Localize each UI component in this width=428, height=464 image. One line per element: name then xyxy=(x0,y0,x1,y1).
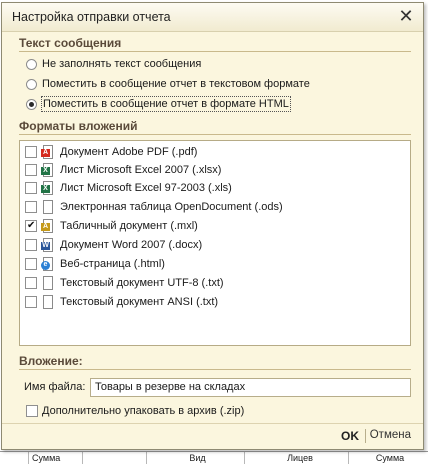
radio-no-text[interactable]: Не заполнять текст сообщения xyxy=(26,56,202,72)
formats-list[interactable]: A Документ Adobe PDF (.pdf) X Лист Micro… xyxy=(19,140,411,346)
format-checkbox[interactable] xyxy=(25,277,37,289)
format-checkbox[interactable] xyxy=(25,296,37,308)
format-item-mxl[interactable]: A Табличный документ (.mxl) xyxy=(25,217,198,235)
radio-label: Поместить в сообщение отчет в текстовом … xyxy=(42,78,310,90)
format-checkbox[interactable] xyxy=(25,182,37,194)
bg-col-1 xyxy=(82,452,136,464)
close-icon[interactable]: ✕ xyxy=(397,7,415,25)
attachment-section-divider xyxy=(19,369,411,370)
message-section-heading: Текст сообщения xyxy=(19,36,122,50)
radio-label: Поместить в сообщение отчет в формате HT… xyxy=(41,96,291,112)
document-icon xyxy=(41,199,55,215)
bg-col-4: Лицев xyxy=(244,452,352,464)
format-label: Документ Word 2007 (.docx) xyxy=(60,239,203,251)
filename-label: Имя файла: xyxy=(24,381,86,393)
excel-icon: X xyxy=(41,180,55,196)
filename-input[interactable]: Товары в резерве на складах xyxy=(90,378,411,397)
zip-option[interactable]: Дополнительно упаковать в архив (.zip) xyxy=(26,402,244,420)
format-item-txt-ansi[interactable]: Текстовый документ ANSI (.txt) xyxy=(25,293,218,311)
radio-label: Не заполнять текст сообщения xyxy=(42,58,202,70)
text-file-icon xyxy=(41,294,55,310)
radio-button[interactable] xyxy=(26,58,37,70)
format-checkbox-checked[interactable] xyxy=(25,220,37,232)
formats-section-divider xyxy=(19,134,411,135)
button-separator xyxy=(365,429,366,443)
format-label: Текстовый документ ANSI (.txt) xyxy=(60,296,219,308)
bg-col-2: Сумма xyxy=(28,452,82,464)
format-item-ods[interactable]: Электронная таблица OpenDocument (.ods) xyxy=(25,198,283,216)
format-label: Документ Adobe PDF (.pdf) xyxy=(60,146,198,158)
format-label: Лист Microsoft Excel 2007 (.xlsx) xyxy=(60,164,222,176)
web-icon: e xyxy=(41,256,55,272)
radio-button-selected[interactable] xyxy=(26,98,37,110)
formats-section-heading: Форматы вложений xyxy=(19,119,138,133)
format-item-docx[interactable]: W Документ Word 2007 (.docx) xyxy=(25,236,202,254)
bg-col-3: Вид xyxy=(146,452,245,464)
dialog-button-bar: OK Отмена xyxy=(2,423,423,449)
format-checkbox[interactable] xyxy=(25,239,37,251)
report-send-settings-dialog: Настройка отправки отчета ✕ Текст сообще… xyxy=(1,2,424,450)
text-file-icon xyxy=(41,275,55,291)
format-label: Лист Microsoft Excel 97-2003 (.xls) xyxy=(60,182,232,194)
format-checkbox[interactable] xyxy=(25,146,37,158)
dialog-title: Настройка отправки отчета xyxy=(12,10,171,24)
pdf-icon: A xyxy=(41,144,55,160)
format-item-xlsx[interactable]: X Лист Microsoft Excel 2007 (.xlsx) xyxy=(25,161,221,179)
ok-button[interactable]: OK xyxy=(341,429,359,443)
format-item-pdf[interactable]: A Документ Adobe PDF (.pdf) xyxy=(25,143,197,161)
title-bar: Настройка отправки отчета ✕ xyxy=(2,3,423,32)
attachment-section-heading: Вложение: xyxy=(19,354,83,368)
bg-col-5: Сумма xyxy=(348,452,428,464)
format-label: Текстовый документ UTF-8 (.txt) xyxy=(60,277,224,289)
spreadsheet-icon: A xyxy=(41,218,55,234)
format-checkbox[interactable] xyxy=(25,258,37,270)
format-label: Электронная таблица OpenDocument (.ods) xyxy=(60,201,283,213)
format-checkbox[interactable] xyxy=(25,201,37,213)
word-icon: W xyxy=(41,237,55,253)
format-item-xls[interactable]: X Лист Microsoft Excel 97-2003 (.xls) xyxy=(25,179,232,197)
excel-icon: X xyxy=(41,162,55,178)
radio-text-format[interactable]: Поместить в сообщение отчет в текстовом … xyxy=(26,76,311,92)
radio-button[interactable] xyxy=(26,78,37,90)
zip-label: Дополнительно упаковать в архив (.zip) xyxy=(42,405,245,417)
format-checkbox[interactable] xyxy=(25,164,37,176)
format-item-txt-utf8[interactable]: Текстовый документ UTF-8 (.txt) xyxy=(25,274,224,292)
format-item-html[interactable]: e Веб-страница (.html) xyxy=(25,255,165,273)
radio-html-format[interactable]: Поместить в сообщение отчет в формате HT… xyxy=(26,96,291,112)
message-section-divider xyxy=(19,51,411,52)
format-label: Табличный документ (.mxl) xyxy=(60,220,198,232)
background-table: Сумма Вид Лицев Сумма xyxy=(0,451,428,464)
cancel-button[interactable]: Отмена xyxy=(370,429,411,441)
zip-checkbox[interactable] xyxy=(26,405,38,417)
format-label: Веб-страница (.html) xyxy=(60,258,165,270)
